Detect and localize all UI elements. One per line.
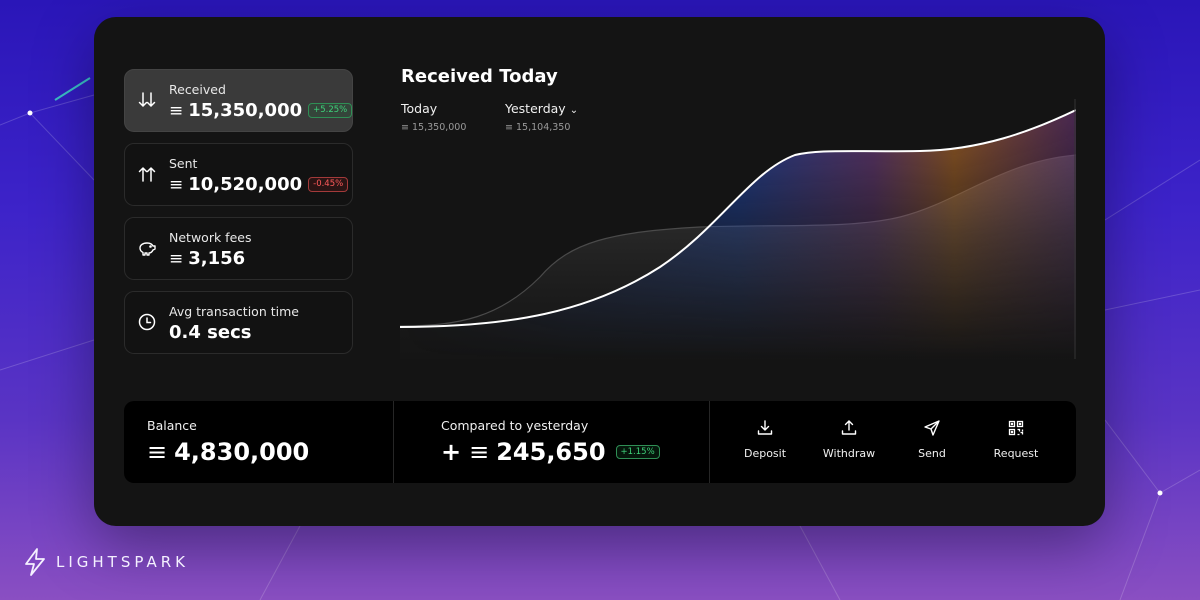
stat-value: ≡ 3,156 <box>169 248 245 269</box>
compare-label: Compared to yesterday <box>441 418 589 433</box>
deposit-label: Deposit <box>743 447 787 460</box>
stat-card-sent[interactable]: Sent ≡ 10,520,000 -0.45% <box>124 143 353 206</box>
balance-value: ≡ 4,830,000 <box>147 438 309 466</box>
stat-amount: 15,350,000 <box>188 100 303 121</box>
summary-bar: Balance ≡ 4,830,000 Compared to yesterda… <box>124 401 1076 483</box>
clock-icon <box>138 313 156 331</box>
upload-icon <box>841 420 857 435</box>
stat-label: Received <box>169 82 226 97</box>
trend-badge: +5.25% <box>308 103 353 118</box>
currency-icon: ≡ <box>169 174 184 195</box>
stat-label: Avg transaction time <box>169 304 299 319</box>
qr-code-icon <box>1008 420 1024 436</box>
received-chart <box>400 99 1076 359</box>
request-label: Request <box>993 447 1039 460</box>
withdraw-button[interactable]: Withdraw <box>814 419 884 460</box>
stat-amount: 10,520,000 <box>188 174 303 195</box>
brand-logo: LIGHTSPARK <box>22 547 189 577</box>
stat-amount: 0.4 secs <box>169 322 252 343</box>
divider <box>709 401 710 483</box>
stat-card-received[interactable]: Received ≡ 15,350,000 +5.25% <box>124 69 353 132</box>
stat-label: Sent <box>169 156 198 171</box>
stat-label: Network fees <box>169 230 252 245</box>
stat-value: ≡ 15,350,000 +5.25% <box>169 100 353 121</box>
trend-badge: -0.45% <box>308 177 349 192</box>
piggy-bank-icon <box>139 242 156 256</box>
stat-amount: 3,156 <box>188 248 246 269</box>
dashboard-panel: Received ≡ 15,350,000 +5.25% Sent ≡ 10,5… <box>94 17 1105 526</box>
compare-value: + ≡ 245,650 +1.15% <box>441 438 660 466</box>
send-button[interactable]: Send <box>897 419 967 460</box>
arrows-up-icon <box>138 166 156 182</box>
compare-badge: +1.15% <box>615 444 660 460</box>
currency-icon: ≡ <box>169 100 184 121</box>
stat-card-network-fees[interactable]: Network fees ≡ 3,156 <box>124 217 353 280</box>
deposit-button[interactable]: Deposit <box>730 419 800 460</box>
stat-value: ≡ 10,520,000 -0.45% <box>169 174 349 195</box>
lightning-bolt-icon <box>25 548 45 576</box>
compare-prefix: + <box>441 438 462 466</box>
arrows-down-icon <box>138 92 156 108</box>
balance-amount: 4,830,000 <box>174 438 310 466</box>
stat-card-avg-time[interactable]: Avg transaction time 0.4 secs <box>124 291 353 354</box>
withdraw-label: Withdraw <box>822 447 876 460</box>
compare-amount: 245,650 <box>496 438 606 466</box>
currency-icon: ≡ <box>469 438 490 466</box>
currency-icon: ≡ <box>169 248 184 269</box>
divider <box>393 401 394 483</box>
send-label: Send <box>918 447 946 460</box>
request-button[interactable]: Request <box>981 419 1051 460</box>
download-icon <box>757 420 773 435</box>
send-icon <box>924 420 940 436</box>
brand-name: LIGHTSPARK <box>56 553 189 571</box>
balance-label: Balance <box>147 418 197 433</box>
currency-icon: ≡ <box>147 438 168 466</box>
stat-value: 0.4 secs <box>169 322 251 343</box>
